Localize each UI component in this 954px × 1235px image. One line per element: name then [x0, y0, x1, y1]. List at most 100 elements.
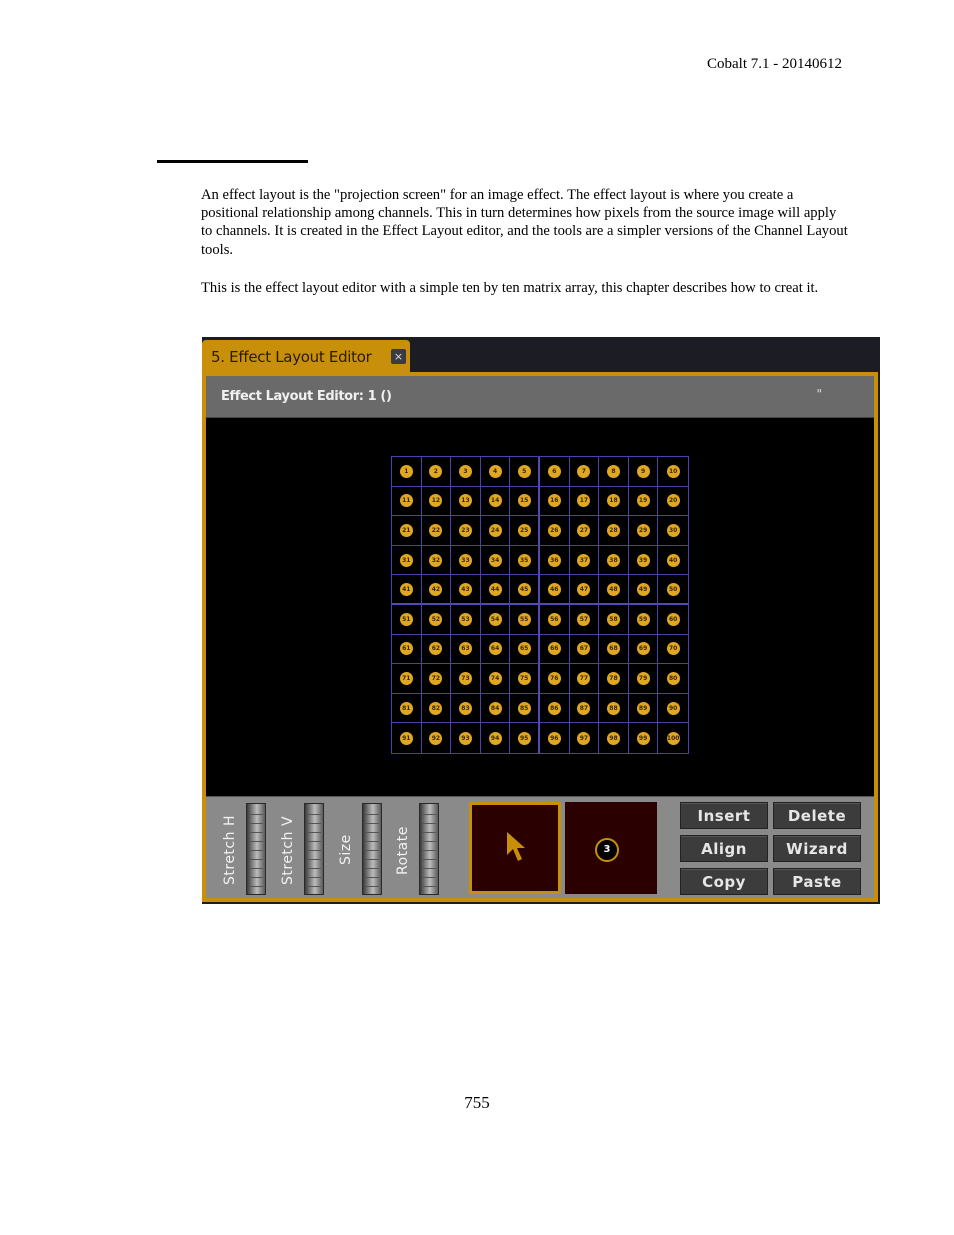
matrix-cell[interactable]: 33 — [451, 545, 481, 576]
delete-button[interactable]: Delete — [773, 802, 861, 829]
matrix-cell[interactable]: 8 — [599, 457, 629, 487]
matrix-cell[interactable]: 53 — [451, 605, 481, 635]
matrix-cell[interactable]: 3 — [451, 457, 481, 487]
matrix-cell[interactable]: 15 — [510, 486, 540, 517]
channel-dot[interactable]: 83 — [458, 701, 472, 715]
channel-dot[interactable]: 39 — [636, 553, 650, 567]
channel-dot[interactable]: 92 — [429, 731, 443, 745]
matrix-cell[interactable]: 37 — [569, 545, 600, 576]
matrix-cell[interactable]: 59 — [628, 605, 659, 635]
matrix-cell[interactable]: 77 — [569, 664, 600, 694]
channel-dot[interactable]: 37 — [577, 553, 591, 567]
matrix-cell[interactable]: 46 — [540, 575, 570, 605]
matrix-cell[interactable]: 96 — [540, 723, 570, 753]
copy-button[interactable]: Copy — [680, 868, 768, 895]
matrix-cell[interactable]: 89 — [628, 693, 659, 724]
matrix-cell[interactable]: 56 — [540, 605, 570, 635]
channel-dot[interactable]: 35 — [517, 553, 531, 567]
matrix-cell[interactable]: 48 — [599, 575, 629, 605]
channel-dot[interactable]: 32 — [429, 553, 443, 567]
matrix-cell[interactable]: 82 — [421, 693, 452, 724]
channel-dot[interactable]: 40 — [666, 553, 680, 567]
matrix-cell[interactable]: 34 — [480, 545, 511, 576]
channel-dot[interactable]: 13 — [458, 494, 472, 508]
matrix-cell[interactable]: 61 — [392, 634, 422, 665]
channel-dot[interactable]: 24 — [488, 523, 502, 537]
matrix-cell[interactable]: 2 — [421, 457, 452, 487]
matrix-cell[interactable]: 51 — [392, 605, 422, 635]
channel-dot[interactable]: 17 — [577, 494, 591, 508]
matrix-cell[interactable]: 72 — [421, 664, 452, 694]
channel-dot[interactable]: 4 — [488, 464, 502, 478]
matrix-cell[interactable]: 4 — [480, 457, 511, 487]
matrix-cell[interactable]: 92 — [422, 723, 452, 753]
matrix-cell[interactable]: 97 — [570, 723, 600, 753]
channel-dot[interactable]: 46 — [547, 582, 561, 596]
matrix-cell[interactable]: 25 — [510, 516, 540, 546]
matrix-cell[interactable]: 24 — [480, 516, 511, 546]
matrix-cell[interactable]: 91 — [392, 723, 422, 753]
channel-dot[interactable]: 47 — [577, 582, 591, 596]
channel-dot[interactable]: 77 — [577, 671, 591, 685]
channel-dot[interactable]: 96 — [547, 731, 561, 745]
matrix-cell[interactable]: 87 — [569, 693, 600, 724]
matrix-cell[interactable]: 30 — [658, 516, 688, 546]
matrix-cell[interactable]: 50 — [658, 575, 688, 605]
channel-dot[interactable]: 29 — [636, 523, 650, 537]
matrix-cell[interactable]: 67 — [569, 634, 600, 665]
channel-dot[interactable]: 33 — [458, 553, 472, 567]
matrix-cell[interactable]: 38 — [599, 545, 629, 576]
matrix-cell[interactable]: 64 — [480, 634, 511, 665]
matrix-cell[interactable]: 26 — [540, 516, 570, 546]
channel-dot[interactable]: 57 — [577, 612, 591, 626]
matrix-cell[interactable]: 39 — [628, 545, 659, 576]
channel-dot[interactable]: 15 — [517, 494, 531, 508]
matrix-cell[interactable]: 52 — [421, 605, 452, 635]
channel-dot[interactable]: 14 — [488, 494, 502, 508]
channel-dot[interactable]: 94 — [488, 731, 502, 745]
channel-dot[interactable]: 86 — [547, 701, 561, 715]
matrix-cell[interactable]: 58 — [599, 605, 629, 635]
matrix-cell[interactable]: 1 — [392, 457, 422, 487]
matrix-cell[interactable]: 36 — [540, 545, 570, 576]
size-slider[interactable] — [362, 803, 382, 895]
channel-dot[interactable]: 62 — [429, 642, 443, 656]
matrix-cell[interactable]: 98 — [599, 723, 629, 753]
channel-dot[interactable]: 84 — [488, 701, 502, 715]
channel-dot[interactable]: 90 — [666, 701, 680, 715]
matrix-cell[interactable]: 79 — [628, 664, 659, 694]
channel-dot[interactable]: 81 — [399, 701, 413, 715]
matrix-cell[interactable]: 10 — [658, 457, 688, 487]
channel-dot[interactable]: 49 — [636, 582, 650, 596]
matrix-cell[interactable]: 88 — [599, 693, 629, 724]
matrix-cell[interactable]: 74 — [480, 664, 511, 694]
tab-effect-layout-editor[interactable]: 5. Effect Layout Editor × — [202, 340, 410, 375]
matrix-cell[interactable]: 21 — [392, 516, 422, 546]
channel-dot[interactable]: 63 — [458, 642, 472, 656]
grip-icon[interactable]: " — [816, 387, 822, 401]
channel-dot[interactable]: 59 — [636, 612, 650, 626]
channel-dot[interactable]: 79 — [636, 671, 650, 685]
channel-dot[interactable]: 82 — [429, 701, 443, 715]
matrix-cell[interactable]: 95 — [510, 723, 540, 753]
channel-dot[interactable]: 3 — [458, 464, 472, 478]
channel-dot[interactable]: 1 — [399, 464, 413, 478]
matrix-cell[interactable]: 40 — [658, 546, 688, 576]
channel-dot[interactable]: 6 — [547, 464, 561, 478]
matrix-cell[interactable]: 66 — [540, 634, 570, 665]
matrix-cell[interactable]: 18 — [599, 486, 629, 517]
select-tool-button[interactable] — [469, 802, 561, 894]
matrix-cell[interactable]: 70 — [658, 635, 688, 665]
channel-dot[interactable]: 9 — [636, 464, 650, 478]
channel-dot[interactable]: 52 — [429, 612, 443, 626]
channel-matrix[interactable]: 1 2 3 4 5 6 7 8 9 10 11 12 13 14 15 16 17 18 19 20 21 22 23 24 2… — [391, 456, 689, 754]
channel-dot[interactable]: 72 — [429, 671, 443, 685]
channel-dot[interactable]: 69 — [636, 642, 650, 656]
matrix-cell[interactable]: 100 — [658, 723, 688, 753]
matrix-cell[interactable]: 35 — [510, 545, 540, 576]
channel-dot[interactable]: 11 — [399, 494, 413, 508]
channel-dot[interactable]: 70 — [666, 642, 680, 656]
matrix-cell[interactable]: 23 — [451, 516, 481, 546]
channel-dot[interactable]: 58 — [606, 612, 620, 626]
matrix-cell[interactable]: 27 — [569, 516, 600, 546]
